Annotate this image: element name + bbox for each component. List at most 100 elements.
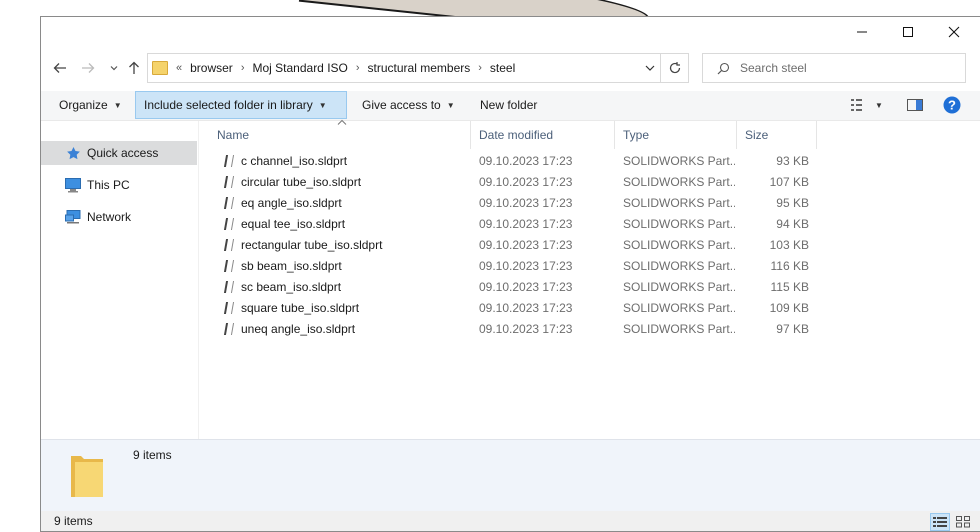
file-type: SOLIDWORKS Part... xyxy=(623,279,735,294)
caret-down-icon: ▼ xyxy=(318,100,327,110)
breadcrumb-structural-members[interactable]: structural members xyxy=(368,61,471,75)
address-bar[interactable]: « browser › Moj Standard ISO › structura… xyxy=(147,53,661,83)
include-in-library-button[interactable]: Include selected folder in library ▼ xyxy=(135,91,347,119)
minimize-button[interactable] xyxy=(839,17,885,47)
navigation-pane: Quick access This PC Network xyxy=(41,121,199,439)
give-access-button[interactable]: Give access to ▼ xyxy=(354,91,463,119)
breadcrumb-separator-icon[interactable]: › xyxy=(478,62,482,74)
change-view-button[interactable]: ▼ xyxy=(847,91,887,119)
table-row[interactable]: sb beam_iso.sldprt 09.10.2023 17:23 SOLIDW… xyxy=(209,255,819,276)
details-pane: 9 items xyxy=(41,439,980,511)
solidworks-part-icon xyxy=(223,217,233,231)
file-name-cell[interactable]: uneq angle_iso.sldprt xyxy=(223,318,463,339)
table-row[interactable]: rectangular tube_iso.sldprt 09.10.2023 17… xyxy=(209,234,819,255)
file-type: SOLIDWORKS Part... xyxy=(623,195,735,210)
details-view-button[interactable] xyxy=(930,513,950,531)
column-header-type[interactable]: Type xyxy=(615,121,737,149)
file-date: 09.10.2023 17:23 xyxy=(479,279,573,294)
file-name-cell[interactable]: equal tee_iso.sldprt xyxy=(223,213,463,234)
file-name: rectangular tube_iso.sldprt xyxy=(241,237,383,252)
close-icon xyxy=(948,26,960,38)
file-date: 09.10.2023 17:23 xyxy=(479,258,573,273)
sidebar-item-this-pc[interactable]: This PC xyxy=(41,173,197,197)
file-name-cell[interactable]: circular tube_iso.sldprt xyxy=(223,171,463,192)
search-input[interactable] xyxy=(740,61,940,75)
file-type: SOLIDWORKS Part... xyxy=(623,321,735,336)
arrow-right-icon xyxy=(82,63,95,73)
file-name-cell[interactable]: eq angle_iso.sldprt xyxy=(223,192,463,213)
breadcrumb-moj-standard-iso[interactable]: Moj Standard ISO xyxy=(252,61,347,75)
file-date: 09.10.2023 17:23 xyxy=(479,174,573,189)
maximize-button[interactable] xyxy=(885,17,931,47)
file-date: 09.10.2023 17:23 xyxy=(479,153,573,168)
table-row[interactable]: c channel_iso.sldprt 09.10.2023 17:23 SOLI… xyxy=(209,150,819,171)
breadcrumb-browser[interactable]: browser xyxy=(190,61,233,75)
solidworks-part-icon xyxy=(223,301,233,315)
breadcrumb-overflow[interactable]: « xyxy=(176,62,182,74)
table-row[interactable]: circular tube_iso.sldprt 09.10.2023 17:23… xyxy=(209,171,819,192)
file-size: 97 KB xyxy=(776,321,809,336)
table-row[interactable]: equal tee_iso.sldprt 09.10.2023 17:23 SOLI… xyxy=(209,213,819,234)
breadcrumb-separator-icon[interactable]: › xyxy=(356,62,360,74)
file-name-cell[interactable]: sc beam_iso.sldprt xyxy=(223,276,463,297)
folder-icon xyxy=(71,456,103,497)
column-header-date[interactable]: Date modified xyxy=(471,121,615,149)
file-name: sc beam_iso.sldprt xyxy=(241,279,342,294)
search-icon xyxy=(717,62,730,74)
file-date: 09.10.2023 17:23 xyxy=(479,321,573,336)
file-name: uneq angle_iso.sldprt xyxy=(241,321,356,336)
table-row[interactable]: eq angle_iso.sldprt 09.10.2023 17:23 SOLID… xyxy=(209,192,819,213)
back-button[interactable] xyxy=(49,57,71,79)
help-button[interactable]: ? xyxy=(939,91,965,119)
file-size: 109 KB xyxy=(769,300,809,315)
column-date-label: Date modified xyxy=(479,128,554,142)
status-item-count: 9 items xyxy=(54,514,93,528)
star-icon xyxy=(65,145,81,161)
maximize-icon xyxy=(903,27,913,37)
address-history-button[interactable] xyxy=(644,62,656,77)
details-item-count: 9 items xyxy=(133,448,172,462)
column-size-label: Size xyxy=(745,128,769,142)
folder-icon xyxy=(152,61,168,75)
sidebar-item-network[interactable]: Network xyxy=(41,205,197,229)
recent-locations-button[interactable] xyxy=(103,57,125,79)
new-folder-label: New folder xyxy=(480,98,538,112)
include-in-library-label: Include selected folder in library xyxy=(144,98,313,112)
column-header-size[interactable]: Size xyxy=(737,121,817,149)
file-type: SOLIDWORKS Part... xyxy=(623,153,735,168)
table-row[interactable]: sc beam_iso.sldprt 09.10.2023 17:23 SOLIDW… xyxy=(209,276,819,297)
preview-pane-button[interactable] xyxy=(903,91,927,119)
close-button[interactable] xyxy=(931,17,977,47)
details-view-icon xyxy=(933,517,947,527)
solidworks-part-icon xyxy=(223,175,233,189)
column-header-name[interactable]: Name xyxy=(209,119,471,149)
details-view-icon xyxy=(851,99,862,111)
file-size: 115 KB xyxy=(770,279,809,294)
sidebar-item-quick-access[interactable]: Quick access xyxy=(41,141,197,165)
title-bar xyxy=(41,17,980,49)
file-name: circular tube_iso.sldprt xyxy=(241,174,362,189)
new-folder-button[interactable]: New folder xyxy=(472,91,545,119)
organize-button[interactable]: Organize ▼ xyxy=(51,91,130,119)
file-name-cell[interactable]: sb beam_iso.sldprt xyxy=(223,255,463,276)
organize-label: Organize xyxy=(59,98,108,112)
refresh-button[interactable] xyxy=(661,53,689,83)
forward-button[interactable] xyxy=(77,57,99,79)
table-row[interactable]: square tube_iso.sldprt 09.10.2023 17:23 SO… xyxy=(209,297,819,318)
search-box[interactable] xyxy=(702,53,966,83)
file-name-cell[interactable]: c channel_iso.sldprt xyxy=(223,150,463,171)
breadcrumb-separator-icon[interactable]: › xyxy=(241,62,245,74)
solidworks-part-icon xyxy=(223,238,233,252)
file-name-cell[interactable]: rectangular tube_iso.sldprt xyxy=(223,234,463,255)
up-button[interactable] xyxy=(123,57,145,79)
file-list: Name Date modified Type Size c channel_i… xyxy=(209,119,980,439)
table-row[interactable]: uneq angle_iso.sldprt 09.10.2023 17:23 SOL… xyxy=(209,318,819,339)
caret-down-icon: ▼ xyxy=(113,100,122,110)
large-icons-view-button[interactable] xyxy=(953,513,973,531)
breadcrumb-steel[interactable]: steel xyxy=(490,61,515,75)
network-icon xyxy=(65,209,81,225)
file-size: 95 KB xyxy=(776,195,809,210)
file-size: 116 KB xyxy=(770,258,809,273)
file-name-cell[interactable]: square tube_iso.sldprt xyxy=(223,297,463,318)
sidebar-item-label: This PC xyxy=(87,178,130,192)
